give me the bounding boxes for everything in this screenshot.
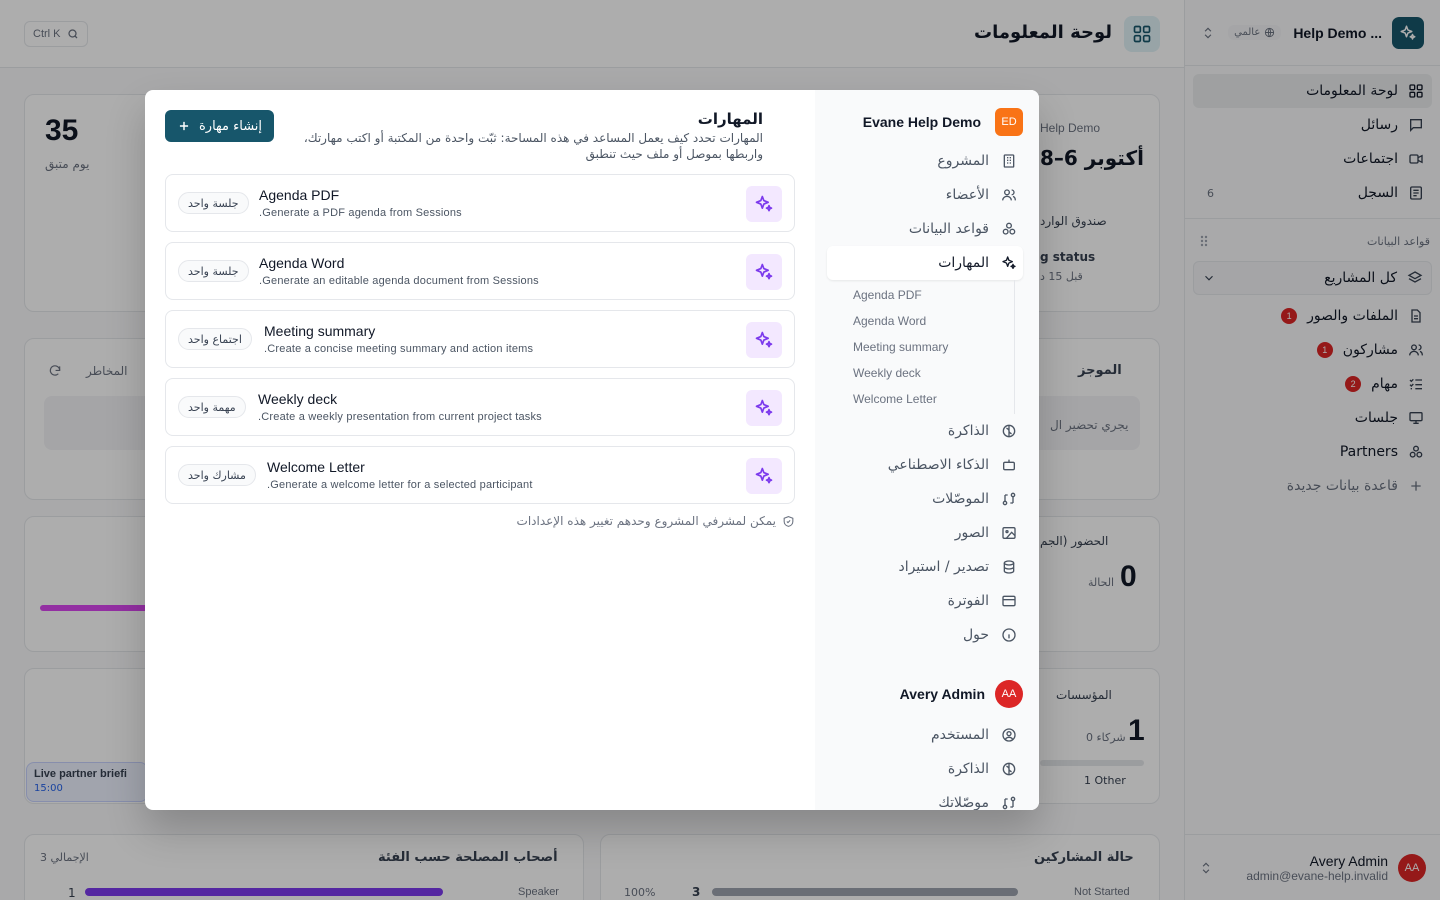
settings-item-images[interactable]: الصور	[827, 516, 1023, 550]
settings-item-export[interactable]: تصدير / استيراد	[827, 550, 1023, 584]
create-skill-button[interactable]: إنشاء مهارة	[165, 110, 275, 142]
databases-icon	[1002, 222, 1016, 235]
sparkle-icon	[746, 186, 782, 222]
settings-item-project[interactable]: المشروع	[827, 144, 1023, 178]
skill-card[interactable]: Meeting summary Create a concise meeting…	[165, 310, 795, 368]
skill-description: Generate a welcome letter for a selected…	[267, 479, 533, 491]
sparkle-icon	[1002, 256, 1016, 269]
skill-scope-pill: جلسة واحد	[178, 260, 249, 282]
user-circle-icon	[1002, 728, 1016, 742]
settings-item-label: قواعد البيانات	[908, 221, 989, 237]
plug-icon	[1002, 796, 1016, 810]
org-name: Evane Help Demo	[862, 114, 981, 130]
shield-icon	[783, 515, 794, 527]
admin-note-text: يمكن لمشرفي المشروع وحدهم تغيير هذه الإع…	[516, 514, 776, 528]
settings-item-ai[interactable]: الذكاء الاصطناعي	[827, 448, 1023, 482]
sparkle-icon	[746, 322, 782, 358]
settings-item-label: الموصّلات	[932, 491, 989, 507]
subnav-item[interactable]: Agenda PDF	[827, 282, 1014, 308]
org-header: ED Evane Help Demo	[827, 108, 1023, 136]
settings-item-user[interactable]: المستخدم	[827, 718, 1023, 752]
settings-item-members[interactable]: الأعضاء	[827, 178, 1023, 212]
settings-item-user-memory[interactable]: الذاكرة	[827, 752, 1023, 786]
settings-item-label: الذكاء الاصطناعي	[887, 457, 989, 473]
admin-note: يمكن لمشرفي المشروع وحدهم تغيير هذه الإع…	[165, 514, 795, 528]
skill-name: Weekly deck	[258, 391, 338, 407]
skill-name: Agenda Word	[259, 255, 345, 271]
settings-item-label: الصور	[954, 525, 989, 541]
skill-card[interactable]: Weekly deck Create a weekly presentation…	[165, 378, 795, 436]
card-icon	[1002, 595, 1016, 607]
building-icon	[1003, 154, 1015, 168]
skills-description: المهارات تحدد كيف يعمل المساعد في هذه ال…	[303, 131, 763, 161]
skill-scope-pill: مشارك واحد	[178, 464, 256, 486]
settings-nav: ED Evane Help Demo المشروع الأعضاء قواعد…	[815, 90, 1039, 810]
subnav-item[interactable]: Meeting summary	[827, 334, 1014, 360]
skill-description: Create a weekly presentation from curren…	[258, 411, 542, 423]
user-name: Avery Admin	[899, 686, 985, 702]
settings-item-connectors[interactable]: الموصّلات	[827, 482, 1023, 516]
subnav-item[interactable]: Welcome Letter	[827, 386, 1014, 412]
skill-description: Create a concise meeting summary and act…	[264, 343, 534, 355]
skills-panel: المهارات المهارات تحدد كيف يعمل المساعد …	[165, 110, 795, 528]
settings-item-label: الذاكرة	[947, 423, 989, 439]
settings-item-memory[interactable]: الذاكرة	[827, 414, 1023, 448]
settings-item-label: موصّلاتك	[938, 795, 989, 810]
skill-scope-pill: مهمة واحد	[178, 396, 246, 418]
image-icon	[1002, 527, 1016, 539]
brain-icon	[1002, 762, 1016, 776]
settings-item-user-connectors[interactable]: موصّلاتك	[827, 786, 1023, 810]
settings-modal: ED Evane Help Demo المشروع الأعضاء قواعد…	[145, 90, 1039, 810]
skills-title: المهارات	[697, 110, 763, 128]
skill-scope-pill: اجتماع واحد	[178, 328, 252, 350]
skill-description: Generate an editable agenda document fro…	[259, 275, 539, 287]
skill-card[interactable]: Agenda PDF Generate a PDF agenda from Se…	[165, 174, 795, 232]
settings-item-label: المشروع	[937, 153, 989, 169]
settings-item-label: الفوترة	[947, 593, 989, 609]
skill-card[interactable]: Agenda Word Generate an editable agenda …	[165, 242, 795, 300]
user-header: AA Avery Admin	[827, 680, 1023, 708]
sparkle-icon	[746, 458, 782, 494]
settings-item-label: الأعضاء	[945, 187, 989, 203]
skills-header: المهارات المهارات تحدد كيف يعمل المساعد …	[165, 110, 795, 164]
settings-item-label: الذاكرة	[947, 761, 989, 777]
skill-name: Welcome Letter	[267, 459, 365, 475]
settings-item-label: حول	[962, 627, 989, 643]
subnav-item[interactable]: Weekly deck	[827, 360, 1014, 386]
brain-icon	[1002, 424, 1016, 438]
sparkle-icon	[746, 390, 782, 426]
settings-item-billing[interactable]: الفوترة	[827, 584, 1023, 618]
org-avatar: ED	[995, 108, 1023, 136]
sparkle-icon	[746, 254, 782, 290]
create-skill-label: إنشاء مهارة	[199, 118, 263, 134]
database-icon	[1003, 560, 1015, 574]
settings-item-label: تصدير / استيراد	[898, 559, 989, 575]
settings-item-about[interactable]: حول	[827, 618, 1023, 652]
settings-item-label: المهارات	[938, 255, 989, 271]
skill-name: Meeting summary	[264, 323, 376, 339]
settings-item-label: المستخدم	[930, 727, 989, 743]
avatar: AA	[995, 680, 1023, 708]
skill-description: Generate a PDF agenda from Sessions.	[259, 207, 462, 219]
skills-subnav: Agenda PDF Agenda Word Meeting summary W…	[827, 280, 1015, 414]
bot-icon	[1003, 459, 1015, 471]
info-icon	[1002, 628, 1016, 642]
skill-name: Agenda PDF	[259, 187, 340, 203]
skill-scope-pill: جلسة واحد	[178, 192, 249, 214]
settings-item-skills[interactable]: المهارات	[827, 246, 1023, 280]
settings-item-databases[interactable]: قواعد البيانات	[827, 212, 1023, 246]
subnav-item[interactable]: Agenda Word	[827, 308, 1014, 334]
plug-icon	[1002, 492, 1016, 506]
skill-card[interactable]: Welcome Letter Generate a welcome letter…	[165, 446, 795, 504]
plus-icon	[179, 121, 189, 131]
users-icon	[1002, 189, 1016, 201]
